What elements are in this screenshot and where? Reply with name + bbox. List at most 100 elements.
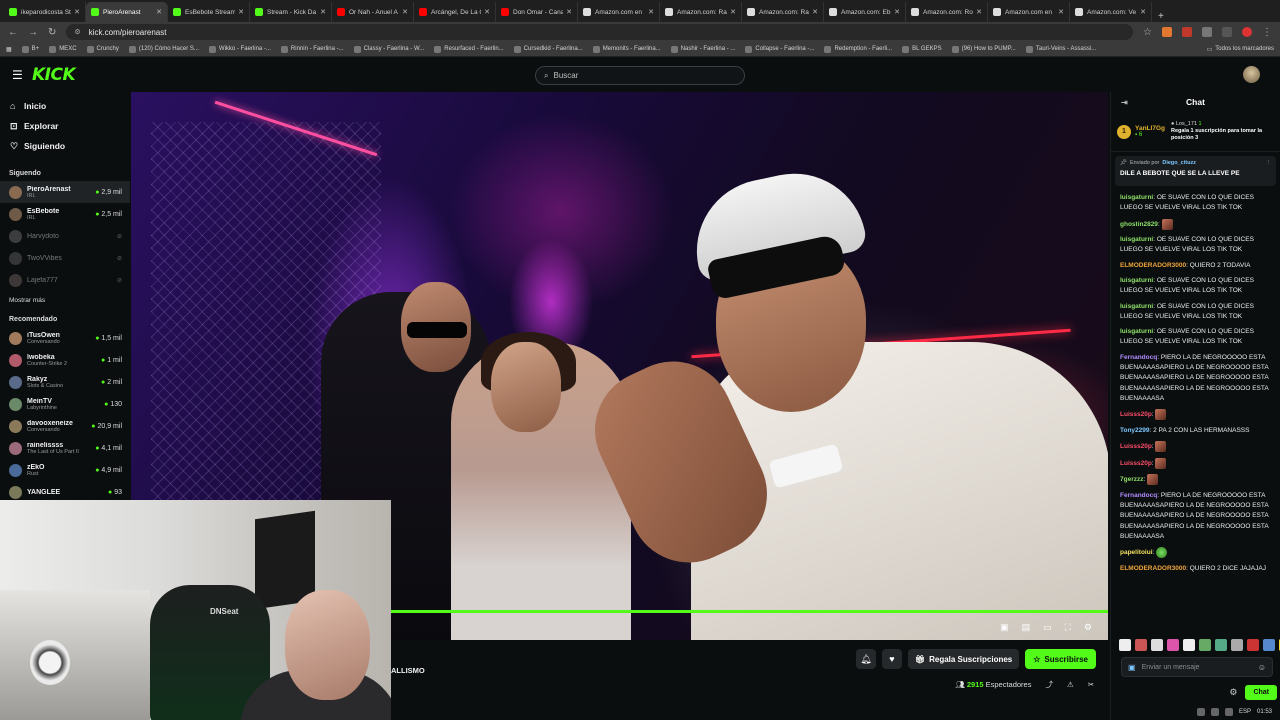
chat-username[interactable]: ghostin2829 (1120, 221, 1158, 228)
chat-username[interactable]: papelitoiui (1120, 549, 1153, 556)
close-tab-icon[interactable]: ✕ (1140, 8, 1146, 16)
sidebar-channel[interactable]: MeinTV Labyrinthine ● 130 (0, 393, 130, 415)
nav-siguiendo[interactable]: ♡ Siguiendo (0, 136, 130, 156)
show-more-button[interactable]: Mostrar más (0, 297, 130, 304)
close-tab-icon[interactable]: ✕ (894, 8, 900, 16)
browser-tab[interactable]: Amazon.com en ✕ (578, 2, 660, 22)
sidebar-channel[interactable]: PieroArenast IRL ● 2,9 mil (0, 181, 130, 203)
browser-tab[interactable]: Or Nah - Anuel A ✕ (332, 2, 414, 22)
emote-icon[interactable] (1247, 639, 1259, 651)
browser-tab[interactable]: Don Omar - Cana ✕ (496, 2, 578, 22)
bookmark-item[interactable]: Classy - Faerlina - W... (353, 45, 424, 53)
bookmark-item[interactable]: Wikko - Faerlina -... (208, 45, 271, 53)
chat-username[interactable]: Luisss20p (1120, 411, 1152, 418)
sidebar-channel[interactable]: lwobeka Counter-Strike 2 ● 1 mil (0, 349, 130, 371)
emote-icon[interactable] (1263, 639, 1275, 651)
emoji-icon[interactable]: ☺ (1258, 663, 1266, 672)
extension-icon[interactable] (1182, 27, 1192, 37)
url-input[interactable]: ⚙ kick.com/pieroarenast (66, 24, 1134, 40)
sidebar-channel[interactable]: Harvydoto ⊘ (0, 225, 130, 247)
close-tab-icon[interactable]: ✕ (1058, 8, 1064, 16)
chat-username[interactable]: Fernandocq (1120, 492, 1157, 499)
extension-icon[interactable] (1162, 27, 1172, 37)
nav-explorar[interactable]: ⊡ Explorar (0, 116, 130, 136)
site-info-icon[interactable]: ⚙ (74, 28, 80, 36)
extension-icon[interactable] (1202, 27, 1212, 37)
bookmark-item[interactable]: Tauri-Veins - Assassi... (1025, 45, 1096, 53)
chat-username[interactable]: Tony2299 (1120, 427, 1150, 434)
back-icon[interactable]: ← (8, 27, 18, 38)
bookmark-item[interactable]: BL GEKPS (902, 45, 942, 53)
fullscreen-icon[interactable]: ⛶ (1065, 622, 1071, 633)
emote-icon[interactable] (1167, 639, 1179, 651)
bookmark-item[interactable]: Collapse - Faerlina -... (745, 45, 814, 53)
chat-username[interactable]: ELMODERADOR3000 (1120, 565, 1186, 572)
sidebar-channel[interactable]: zEkO Rust ● 4,9 mil (0, 459, 130, 481)
sidebar-channel[interactable]: EsBebote IRL ● 2,5 mil (0, 203, 130, 225)
chat-username[interactable]: ELMODERADOR3000 (1120, 262, 1186, 269)
nav-inicio[interactable]: ⌂ Inicio (0, 96, 130, 116)
extension-icon[interactable] (1222, 27, 1232, 37)
emote-icon[interactable] (1183, 639, 1195, 651)
browser-tab[interactable]: Stream - Kick Da ✕ (250, 2, 332, 22)
pinned-by-user[interactable]: Diego_cituzz (1162, 160, 1196, 166)
bookmark-item[interactable]: Nashir - Faerlina - ... (670, 45, 735, 53)
bookmark-item[interactable]: Cursedkid - Faerlina... (513, 45, 583, 53)
chat-username[interactable]: Fernandocq (1120, 354, 1157, 361)
profile-icon[interactable] (1242, 27, 1252, 37)
chat-username[interactable]: luisgaturni (1120, 277, 1153, 284)
tray-icon[interactable] (1210, 708, 1219, 716)
bookmark-item[interactable]: (120) Cómo Hacer S... (128, 45, 199, 53)
bookmark-item[interactable]: Memonits - Faerlina... (592, 45, 661, 53)
bookmark-item[interactable]: Crunchy (86, 45, 119, 53)
browser-tab[interactable]: Amazon.com: Ra ✕ (660, 2, 742, 22)
tray-icon[interactable] (1196, 708, 1205, 716)
sidebar-channel[interactable]: davooxeneize Conversando ● 20,9 mil (0, 415, 130, 437)
chat-username[interactable]: luisgaturni (1120, 328, 1153, 335)
close-tab-icon[interactable]: ✕ (648, 8, 654, 16)
close-tab-icon[interactable]: ✕ (976, 8, 982, 16)
bookmark-star-icon[interactable]: ☆ (1143, 27, 1152, 38)
close-tab-icon[interactable]: ✕ (156, 8, 162, 16)
browser-tab[interactable]: PieroArenast ✕ (86, 2, 168, 22)
menu-icon[interactable]: ⋮ (1262, 27, 1272, 38)
gift-prompt[interactable]: ● Los_171 1 Regala 1 suscripción para to… (1171, 121, 1274, 142)
chat-username[interactable]: luisgaturni (1120, 194, 1153, 201)
sidebar-channel[interactable]: Rakyz Slots & Casino ● 2 mil (0, 371, 130, 393)
emote-icon[interactable] (1215, 639, 1227, 651)
top-gifter[interactable]: 1 YanLI7Gg ▪ 6 (1117, 124, 1165, 139)
emote-icon[interactable] (1199, 639, 1211, 651)
browser-tab[interactable]: Amazon.com: Ra ✕ (742, 2, 824, 22)
browser-tab[interactable]: Amazon.com: Eb ✕ (824, 2, 906, 22)
chat-username[interactable]: 7gerzzz (1120, 476, 1143, 483)
clip-icon[interactable]: ✂ (1088, 680, 1094, 689)
chat-username[interactable]: luisgaturni (1120, 303, 1153, 310)
close-tab-icon[interactable]: ✕ (74, 8, 80, 16)
chat-username[interactable]: Luisss20p (1120, 460, 1152, 467)
follow-button[interactable]: ♥ (881, 649, 902, 669)
bookmark-item[interactable]: Rinnin - Faerlina -... (280, 45, 344, 53)
miniplayer-icon[interactable]: ▤ (1022, 622, 1031, 633)
user-avatar[interactable] (1243, 66, 1260, 83)
browser-tab[interactable]: Amazon.com: Ve ✕ (1070, 2, 1152, 22)
bookmark-item[interactable]: (96) How to PUMP... (951, 45, 1016, 53)
pip-icon[interactable]: ▣ (1000, 622, 1009, 633)
close-tab-icon[interactable]: ✕ (484, 8, 490, 16)
close-tab-icon[interactable]: ✕ (730, 8, 736, 16)
bookmark-item[interactable]: Redemption - Faerli... (824, 45, 892, 53)
settings-icon[interactable]: ⚙ (1084, 622, 1092, 633)
forward-icon[interactable]: → (28, 27, 38, 38)
sidebar-channel[interactable]: TwoVVibes ⊘ (0, 247, 130, 269)
share-icon[interactable]: ⤴ (1045, 679, 1053, 690)
browser-tab[interactable]: EsBebote Stream ✕ (168, 2, 250, 22)
theater-icon[interactable]: ▭ (1043, 622, 1052, 633)
emote-icon[interactable] (1119, 639, 1131, 651)
emote-icon[interactable] (1231, 639, 1243, 651)
collapse-chat-icon[interactable]: ⇥ (1121, 98, 1128, 107)
chat-username[interactable]: Luisss20p (1120, 443, 1152, 450)
send-chat-button[interactable]: Chat (1245, 684, 1277, 700)
menu-icon[interactable]: ☰ (12, 68, 23, 82)
all-bookmarks[interactable]: ▭ Todos los marcadores (1207, 46, 1274, 53)
subscribe-button[interactable]: ☆ Suscribirse (1025, 649, 1096, 669)
browser-tab[interactable]: Amazon.com: Ro ✕ (906, 2, 988, 22)
